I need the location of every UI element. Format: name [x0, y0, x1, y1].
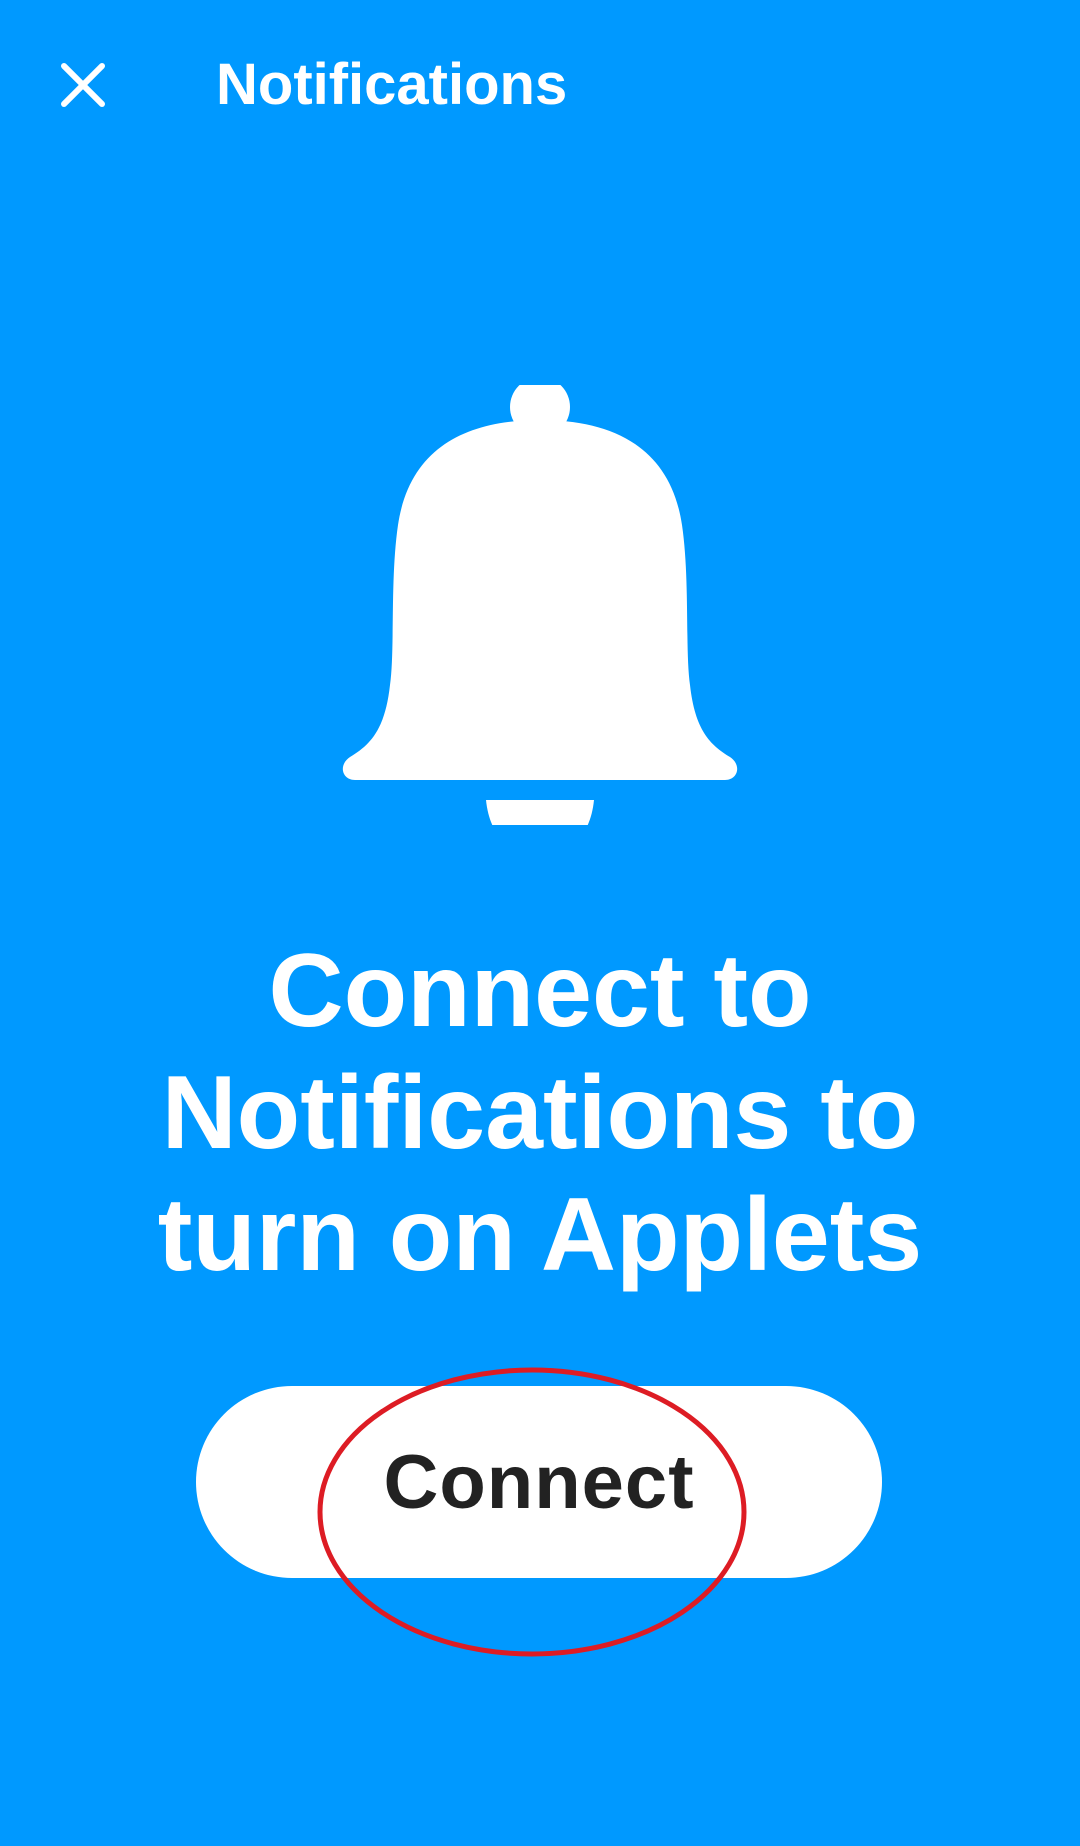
- connect-button[interactable]: Connect: [196, 1386, 882, 1578]
- page-title: Notifications: [216, 52, 568, 117]
- close-button[interactable]: [48, 50, 118, 120]
- notifications-connect-screen: Notifications Connect to Notifications t…: [0, 0, 1080, 1846]
- bell-icon: [340, 385, 740, 825]
- headline: Connect to Notifications to turn on Appl…: [157, 933, 923, 1293]
- close-icon: [61, 63, 105, 107]
- header: Notifications: [0, 0, 1080, 170]
